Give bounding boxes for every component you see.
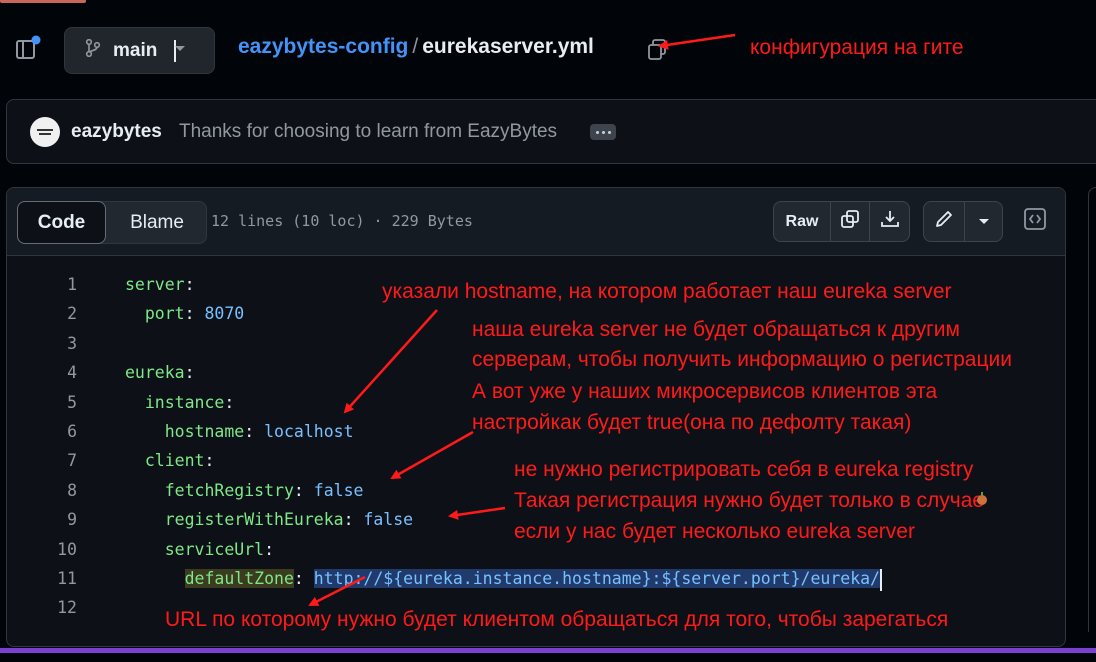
- file-header: Code Blame 12 lines (10 loc) · 229 Bytes…: [7, 188, 1065, 256]
- edit-file-button[interactable]: [924, 202, 966, 241]
- code-text: port: 8070: [144, 304, 245, 324]
- chevron-down-icon: [978, 213, 990, 231]
- line-number[interactable]: 2: [35, 299, 77, 328]
- download-icon: [880, 209, 900, 234]
- annotation-register-line3: если у нас будет несколько eureka server: [514, 520, 915, 543]
- commit-message[interactable]: Thanks for choosing to learn from EazyBy…: [179, 121, 557, 143]
- chevron-down-icon: [174, 39, 186, 62]
- yaml-key: server: [125, 275, 185, 294]
- copy-path-icon[interactable]: [646, 38, 668, 62]
- download-button[interactable]: [870, 202, 909, 241]
- git-branch-icon: [85, 38, 101, 62]
- branch-name: main: [113, 39, 158, 61]
- yaml-key: registerWithEureka: [164, 510, 344, 530]
- line-number[interactable]: 12: [35, 593, 77, 622]
- annotation-fetch-line3: А вот уже у наших микросервисов клиентов…: [472, 380, 938, 403]
- line-number[interactable]: 11: [35, 564, 77, 593]
- line-number[interactable]: 4: [35, 358, 77, 387]
- line-number[interactable]: 9: [35, 505, 77, 534]
- sidebar-toggle-icon[interactable]: [14, 34, 44, 64]
- yaml-value: http://${eureka.instance.hostname}:${ser…: [313, 569, 880, 588]
- annotation-fetch-line4: настройкак будет true(она по дефолту так…: [472, 411, 912, 434]
- breadcrumb-file-name: eurekaserver.yml: [422, 35, 594, 58]
- cursor-mark-icon: [975, 491, 989, 507]
- annotation-hostname: указали hostname, на котором работает на…: [382, 280, 952, 303]
- annotation-config-on-git: конфигурация на гите: [750, 36, 964, 59]
- breadcrumb: eazybytes-config / eurekaserver.yml: [238, 35, 594, 59]
- yaml-value: false: [313, 480, 364, 500]
- yaml-value: 8070: [204, 304, 245, 324]
- line-number[interactable]: 5: [35, 388, 77, 417]
- avatar[interactable]: [30, 117, 60, 147]
- code-text: client:: [144, 451, 215, 471]
- line-number[interactable]: 10: [35, 535, 77, 564]
- bottom-accent-bar: [0, 648, 1096, 653]
- line-number[interactable]: 8: [35, 476, 77, 505]
- view-toggle: Code Blame: [17, 201, 207, 244]
- code-text: instance:: [144, 392, 235, 412]
- line-number[interactable]: 3: [35, 329, 77, 358]
- yaml-key: serviceUrl: [164, 539, 265, 559]
- yaml-key: fetchRegistry: [164, 480, 294, 500]
- copy-icon: [840, 209, 860, 234]
- code-line: 11 defaultZone: http://${eureka.instance…: [7, 564, 1065, 593]
- code-text: server:: [125, 275, 195, 294]
- line-number[interactable]: 6: [35, 417, 77, 446]
- annotation-register-line2: Такая регистрация нужно будет только в с…: [514, 489, 985, 512]
- annotation-url: URL по которому нужно будет клиентом обр…: [165, 608, 949, 631]
- copy-raw-button[interactable]: [831, 202, 870, 241]
- symbols-panel-button[interactable]: [1017, 203, 1053, 240]
- right-panel-edge: [1088, 187, 1096, 632]
- commit-expand-button[interactable]: [590, 124, 616, 140]
- yaml-value: localhost: [264, 422, 354, 441]
- yaml-key: defaultZone: [184, 569, 294, 588]
- yaml-key: client: [144, 451, 205, 471]
- raw-button[interactable]: Raw: [774, 202, 831, 241]
- top-accent-bar: [0, 0, 86, 3]
- breadcrumb-separator: /: [412, 35, 419, 58]
- pencil-icon: [934, 209, 954, 234]
- file-info: 12 lines (10 loc) · 229 Bytes: [211, 212, 473, 230]
- tab-blame[interactable]: Blame: [108, 202, 206, 243]
- text-cursor: [880, 568, 882, 591]
- tab-code[interactable]: Code: [17, 201, 106, 244]
- annotation-fetch-line1: наша eureka server не будет обращаться к…: [472, 318, 960, 341]
- yaml-key: instance: [144, 392, 225, 412]
- yaml-key: eureka: [125, 363, 185, 383]
- breadcrumb-repo-link[interactable]: eazybytes-config: [238, 35, 408, 58]
- code-text: fetchRegistry: false: [164, 480, 364, 500]
- code-text: defaultZone: http://${eureka.instance.ho…: [125, 564, 882, 593]
- code-text: registerWithEureka: false: [164, 510, 414, 530]
- yaml-key: hostname: [164, 422, 245, 441]
- file-actions: Raw: [773, 201, 910, 242]
- annotation-register-line1: не нужно регистрировать себя в eureka re…: [514, 458, 974, 481]
- code-text: hostname: localhost: [164, 422, 354, 441]
- branch-selector-button[interactable]: main: [64, 27, 215, 74]
- annotation-fetch-line2: серверам, чтобы получить информацию о ре…: [472, 348, 1012, 371]
- line-number[interactable]: 7: [35, 446, 77, 475]
- code-square-icon: [1023, 207, 1047, 236]
- edit-options-button[interactable]: [965, 202, 1002, 241]
- commit-author[interactable]: eazybytes: [71, 121, 162, 143]
- yaml-key: port: [144, 304, 185, 324]
- edit-actions: [923, 201, 1003, 242]
- yaml-value: false: [363, 510, 414, 530]
- code-text: eureka:: [125, 363, 195, 383]
- code-text: serviceUrl:: [164, 539, 275, 559]
- line-number[interactable]: 1: [35, 270, 77, 299]
